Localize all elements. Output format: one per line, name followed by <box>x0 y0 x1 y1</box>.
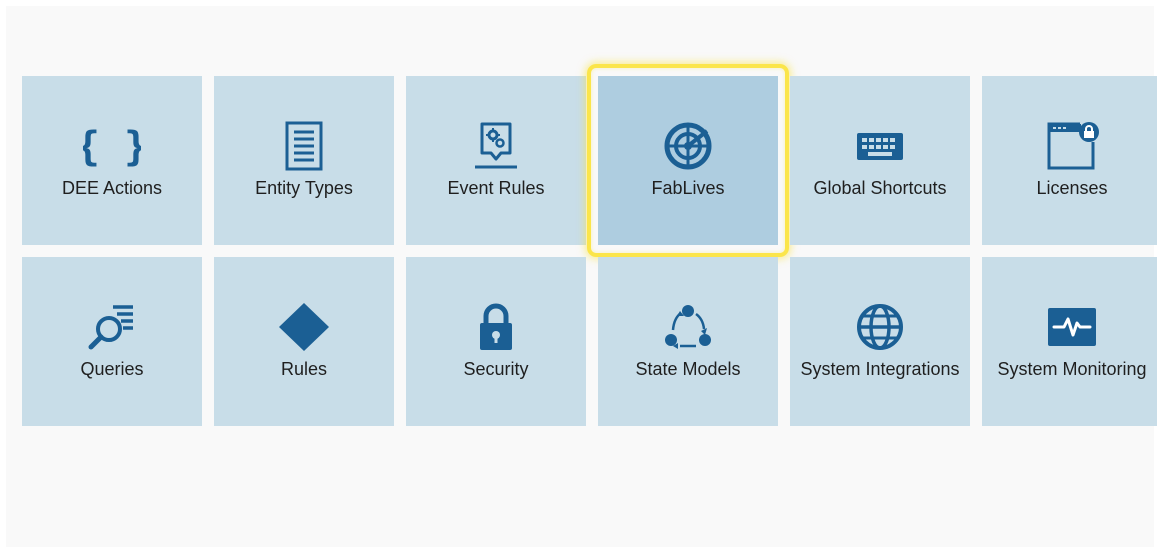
keyboard-icon <box>850 120 910 172</box>
tile-system-integrations[interactable]: System Integrations <box>790 257 970 426</box>
tile-label: Queries <box>80 359 144 379</box>
tile-label: Rules <box>280 359 328 379</box>
tile-queries[interactable]: Queries <box>22 257 202 426</box>
tile-dee-actions[interactable]: { } DEE Actions <box>22 76 202 245</box>
padlock-icon <box>466 301 526 353</box>
curly-braces-icon: { } <box>82 120 142 172</box>
search-list-icon <box>82 301 142 353</box>
globe-icon <box>850 301 910 353</box>
tile-system-monitoring[interactable]: System Monitoring <box>982 257 1157 426</box>
tile-label: Event Rules <box>447 178 545 198</box>
cycle-icon <box>658 301 718 353</box>
admin-panel: { } DEE Actions Entity Types <box>6 6 1157 547</box>
svg-text:{ }: { } <box>83 124 141 170</box>
tile-label: Security <box>463 359 529 379</box>
tile-global-shortcuts[interactable]: Global Shortcuts <box>790 76 970 245</box>
tile-label: DEE Actions <box>61 178 163 198</box>
admin-tile-grid: { } DEE Actions Entity Types <box>22 64 1157 426</box>
diamond-icon <box>274 301 334 353</box>
tile-label: Entity Types <box>255 178 353 198</box>
tile-label: System Integrations <box>800 359 960 379</box>
locked-window-icon <box>1042 120 1102 172</box>
tile-security[interactable]: Security <box>406 257 586 426</box>
heartbeat-monitor-icon <box>1042 301 1102 353</box>
tile-label: System Monitoring <box>997 359 1147 379</box>
tile-label: Global Shortcuts <box>813 178 947 198</box>
tile-label: FabLives <box>651 178 725 198</box>
tile-rules[interactable]: Rules <box>214 257 394 426</box>
tile-entity-types[interactable]: Entity Types <box>214 76 394 245</box>
tile-label: Licenses <box>1036 178 1108 198</box>
tile-fablives[interactable]: FabLives <box>587 64 789 257</box>
gear-badge-icon <box>466 120 526 172</box>
tile-event-rules[interactable]: Event Rules <box>406 76 586 245</box>
tile-licenses[interactable]: Licenses <box>982 76 1157 245</box>
tile-state-models[interactable]: State Models <box>598 257 778 426</box>
document-list-icon <box>274 120 334 172</box>
radar-icon <box>658 120 718 172</box>
tile-label: State Models <box>635 359 741 379</box>
